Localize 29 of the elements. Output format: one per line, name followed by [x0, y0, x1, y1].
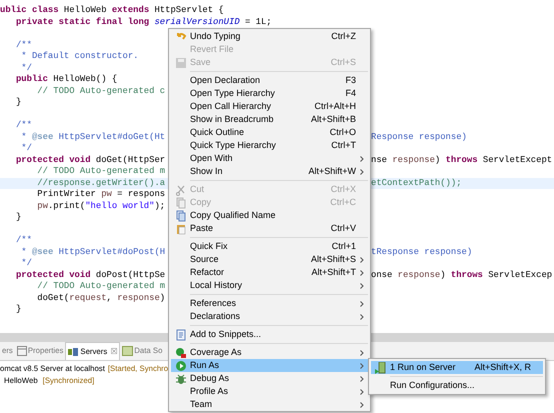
code-line: //response.getWriter().a: [36, 178, 166, 188]
code-line: Response response): [371, 132, 467, 143]
code-line: tResponse response): [371, 246, 472, 258]
code-line: protected void doPost(HttpSe: [14, 270, 166, 280]
code-line: /**: [14, 235, 32, 245]
code-line: pw.print("hello world");: [36, 200, 166, 210]
code-line: */: [20, 143, 32, 153]
code-line: private static final long serialVersionUID = 1L;: [14, 16, 272, 26]
code-line: PrintWriter pw = respons: [36, 189, 166, 199]
code-line: * @see HttpServlet#doPost(H: [20, 246, 166, 256]
code-line: // TODO Auto-generated c: [36, 86, 166, 96]
code-line: */: [20, 258, 32, 268]
code-line: protected void doGet(HttpSer: [14, 154, 166, 164]
code-line: /**: [14, 120, 32, 130]
code-line: * @see HttpServlet#doGet(Ht: [20, 132, 166, 142]
code-line: onse response) throws ServletExcep: [371, 270, 552, 281]
code-line: etContextPath());: [371, 178, 462, 189]
code-line: // TODO Auto-generated m: [36, 281, 166, 291]
code-line: }: [14, 212, 22, 222]
code-line: * Default constructor.: [20, 51, 138, 61]
code-line: }: [14, 97, 22, 107]
code-line: }: [14, 304, 22, 314]
code-line: public HelloWeb() {: [14, 74, 118, 84]
code-line: doGet(request, response): [36, 292, 166, 302]
code-line: // TODO Auto-generated m: [36, 166, 166, 176]
code-line: */: [20, 62, 32, 72]
code-line: ublic class HelloWeb extends HttpServlet {: [0, 5, 224, 15]
code-line: nse response) throws ServletExcept: [371, 154, 552, 166]
code-line: /**: [14, 40, 32, 50]
